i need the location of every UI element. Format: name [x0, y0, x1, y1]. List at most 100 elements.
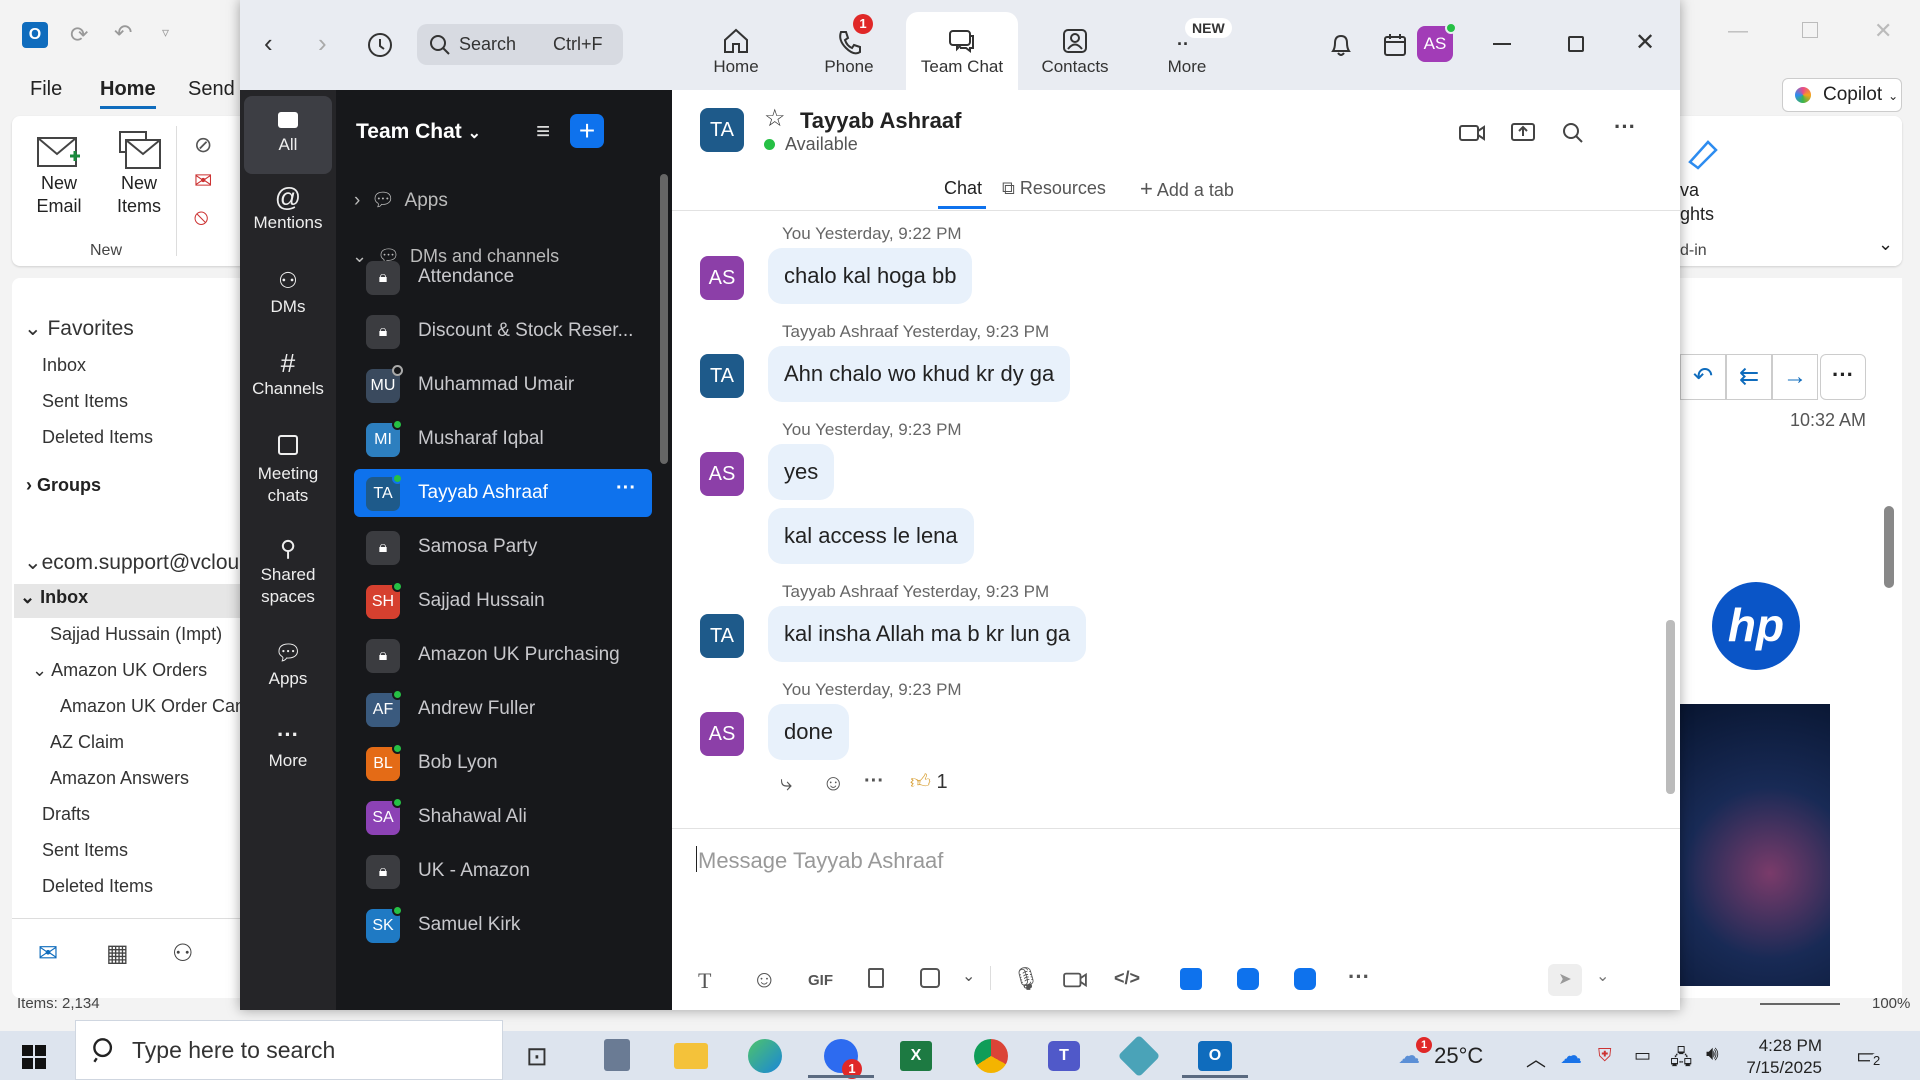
- outlook-minimize-icon[interactable]: —: [1728, 20, 1748, 43]
- message-bubble[interactable]: chalo kal hoga bb: [768, 248, 973, 304]
- ignore-icon[interactable]: ⊘: [194, 132, 212, 158]
- send-button[interactable]: ➤: [1548, 964, 1582, 996]
- bell-icon[interactable]: [1327, 31, 1355, 59]
- back-icon[interactable]: ‹: [264, 28, 273, 59]
- emoji-icon[interactable]: ☺: [752, 966, 777, 994]
- chat-more-icon[interactable]: ···: [1614, 114, 1636, 140]
- nav-home[interactable]: Home: [680, 12, 792, 90]
- generic-app[interactable]: [1117, 1034, 1161, 1078]
- calculator-app[interactable]: [604, 1039, 630, 1071]
- list-scrollbar[interactable]: [660, 174, 668, 464]
- account-header[interactable]: ⌄ecom.support@vclou: [24, 550, 239, 575]
- message-avatar[interactable]: TA: [700, 354, 744, 398]
- zoom-maximize-icon[interactable]: [1568, 36, 1584, 52]
- folder-amazon-uk-order-can[interactable]: Amazon UK Order Can: [60, 696, 245, 717]
- volume-icon[interactable]: 🔊︎: [1706, 1043, 1719, 1066]
- list-item[interactable]: 🔒︎ Samosa Party: [354, 523, 652, 571]
- rail-mentions[interactable]: @ Mentions: [244, 184, 332, 234]
- rail-more[interactable]: ··· More: [244, 724, 332, 772]
- video-message-icon[interactable]: [1062, 970, 1088, 990]
- nav-contacts[interactable]: Contacts: [1019, 12, 1131, 90]
- start-button[interactable]: [22, 1045, 46, 1069]
- share-screen-icon[interactable]: [1510, 122, 1536, 144]
- undo-icon[interactable]: ↶: [114, 20, 132, 46]
- teams-app[interactable]: T: [1048, 1041, 1080, 1071]
- folder-amazon-answers[interactable]: Amazon Answers: [50, 768, 189, 789]
- groups-header[interactable]: › Groups: [26, 475, 101, 496]
- rail-dms[interactable]: ⚇ DMs: [244, 270, 332, 318]
- rail-channels[interactable]: # Channels: [244, 350, 332, 400]
- mail-module-icon[interactable]: ✉: [38, 939, 58, 968]
- folder-sent-items[interactable]: Sent Items: [42, 840, 128, 861]
- list-item[interactable]: MU Muhammad Umair: [354, 361, 652, 409]
- contact-avatar[interactable]: TA: [700, 108, 744, 152]
- file-explorer-app[interactable]: [674, 1043, 708, 1069]
- junk-icon[interactable]: ⦸: [194, 204, 208, 230]
- calendar-module-icon[interactable]: ▦: [106, 939, 129, 968]
- weather-widget[interactable]: ☁ 1 25°C: [1398, 1037, 1483, 1069]
- code-snippet-icon[interactable]: </>: [1114, 968, 1140, 989]
- list-item[interactable]: SK Samuel Kirk: [354, 901, 652, 949]
- message-input[interactable]: Message Tayyab Ashraaf: [696, 842, 1646, 962]
- zoom-app[interactable]: 1: [824, 1039, 862, 1079]
- message-avatar[interactable]: AS: [700, 712, 744, 756]
- screenshot-dropdown-icon[interactable]: ⌄: [962, 966, 975, 986]
- filter-icon[interactable]: ≡: [536, 118, 550, 146]
- list-item[interactable]: TA Tayyab Ashraaf ···: [354, 469, 652, 517]
- new-chat-button[interactable]: +: [570, 114, 604, 148]
- scheduler-app-icon[interactable]: [1294, 968, 1316, 990]
- message-bubble[interactable]: kal insha Allah ma b kr lun ga: [768, 606, 1087, 662]
- whiteboard-app-icon[interactable]: [1237, 968, 1259, 990]
- chat-scrollbar[interactable]: [1666, 620, 1675, 794]
- list-item[interactable]: 🔒︎ Attendance: [354, 253, 652, 301]
- qat-dropdown-icon[interactable]: ▿: [162, 24, 169, 41]
- list-item[interactable]: BL Bob Lyon: [354, 739, 652, 787]
- sync-icon[interactable]: ⟳: [70, 22, 88, 48]
- tray-chevron-icon[interactable]: ︿: [1526, 1043, 1546, 1072]
- forward-icon[interactable]: →: [1772, 354, 1818, 400]
- folder-deleted-items[interactable]: Deleted Items: [42, 876, 153, 897]
- reaction-thumbs-up[interactable]: 👍︎ 1: [910, 770, 948, 794]
- outlook-close-icon[interactable]: ✕: [1874, 18, 1892, 44]
- security-icon[interactable]: ⛨: [1598, 1045, 1612, 1066]
- row-more-icon[interactable]: ···: [616, 477, 636, 500]
- task-view-icon[interactable]: ⊡: [526, 1041, 548, 1072]
- zoom-minimize-icon[interactable]: [1493, 43, 1511, 45]
- search-input[interactable]: Search Ctrl+F: [417, 24, 623, 65]
- tab-add[interactable]: + Add a tab: [1140, 176, 1234, 202]
- calendar-icon[interactable]: [1381, 31, 1409, 59]
- add-reaction-icon[interactable]: ☺: [822, 770, 844, 796]
- list-item[interactable]: 🔒︎ Discount & Stock Reser...: [354, 307, 652, 355]
- copilot-button[interactable]: Copilot ⌄: [1782, 78, 1902, 112]
- message-bubble[interactable]: done: [768, 704, 849, 760]
- nav-team-chat[interactable]: Team Chat: [906, 12, 1018, 90]
- tab-chat[interactable]: Chat: [944, 178, 982, 199]
- message-bubble[interactable]: Ahn chalo wo khud kr dy ga: [768, 346, 1071, 402]
- message-bubble[interactable]: yes: [768, 444, 835, 500]
- format-text-icon[interactable]: T: [698, 968, 711, 994]
- folder-inbox[interactable]: ⌄ Inbox: [20, 587, 88, 608]
- notification-center[interactable]: ▭ 2: [1856, 1043, 1884, 1069]
- clock[interactable]: 4:28 PM 7/15/2025: [1742, 1035, 1822, 1079]
- search-chat-icon[interactable]: [1562, 122, 1584, 144]
- nav-more[interactable]: ·· NEW More: [1131, 12, 1243, 90]
- file-icon[interactable]: [868, 968, 884, 988]
- outlook-app[interactable]: O: [1198, 1041, 1232, 1071]
- rail-shared-spaces[interactable]: ⚲ Shared spaces: [244, 538, 332, 608]
- list-item[interactable]: MI Musharaf Iqbal: [354, 415, 652, 463]
- excel-app[interactable]: X: [900, 1041, 932, 1071]
- reading-scrollbar[interactable]: [1884, 506, 1894, 588]
- tab-home[interactable]: Home: [100, 78, 156, 109]
- edge-app[interactable]: [748, 1039, 782, 1073]
- list-item[interactable]: SA Shahawal Ali: [354, 793, 652, 841]
- reply-icon[interactable]: ↶: [1680, 354, 1726, 400]
- ribbon-collapse-icon[interactable]: ⌄: [1878, 234, 1893, 255]
- history-icon[interactable]: [366, 31, 394, 59]
- message-avatar[interactable]: AS: [700, 452, 744, 496]
- chrome-app[interactable]: [974, 1039, 1008, 1073]
- message-avatar[interactable]: TA: [700, 614, 744, 658]
- fav-deleted-items[interactable]: Deleted Items: [42, 427, 153, 448]
- user-avatar[interactable]: AS: [1417, 22, 1457, 62]
- list-item[interactable]: SH Sajjad Hussain: [354, 577, 652, 625]
- zoom-close-icon[interactable]: ✕: [1635, 28, 1655, 57]
